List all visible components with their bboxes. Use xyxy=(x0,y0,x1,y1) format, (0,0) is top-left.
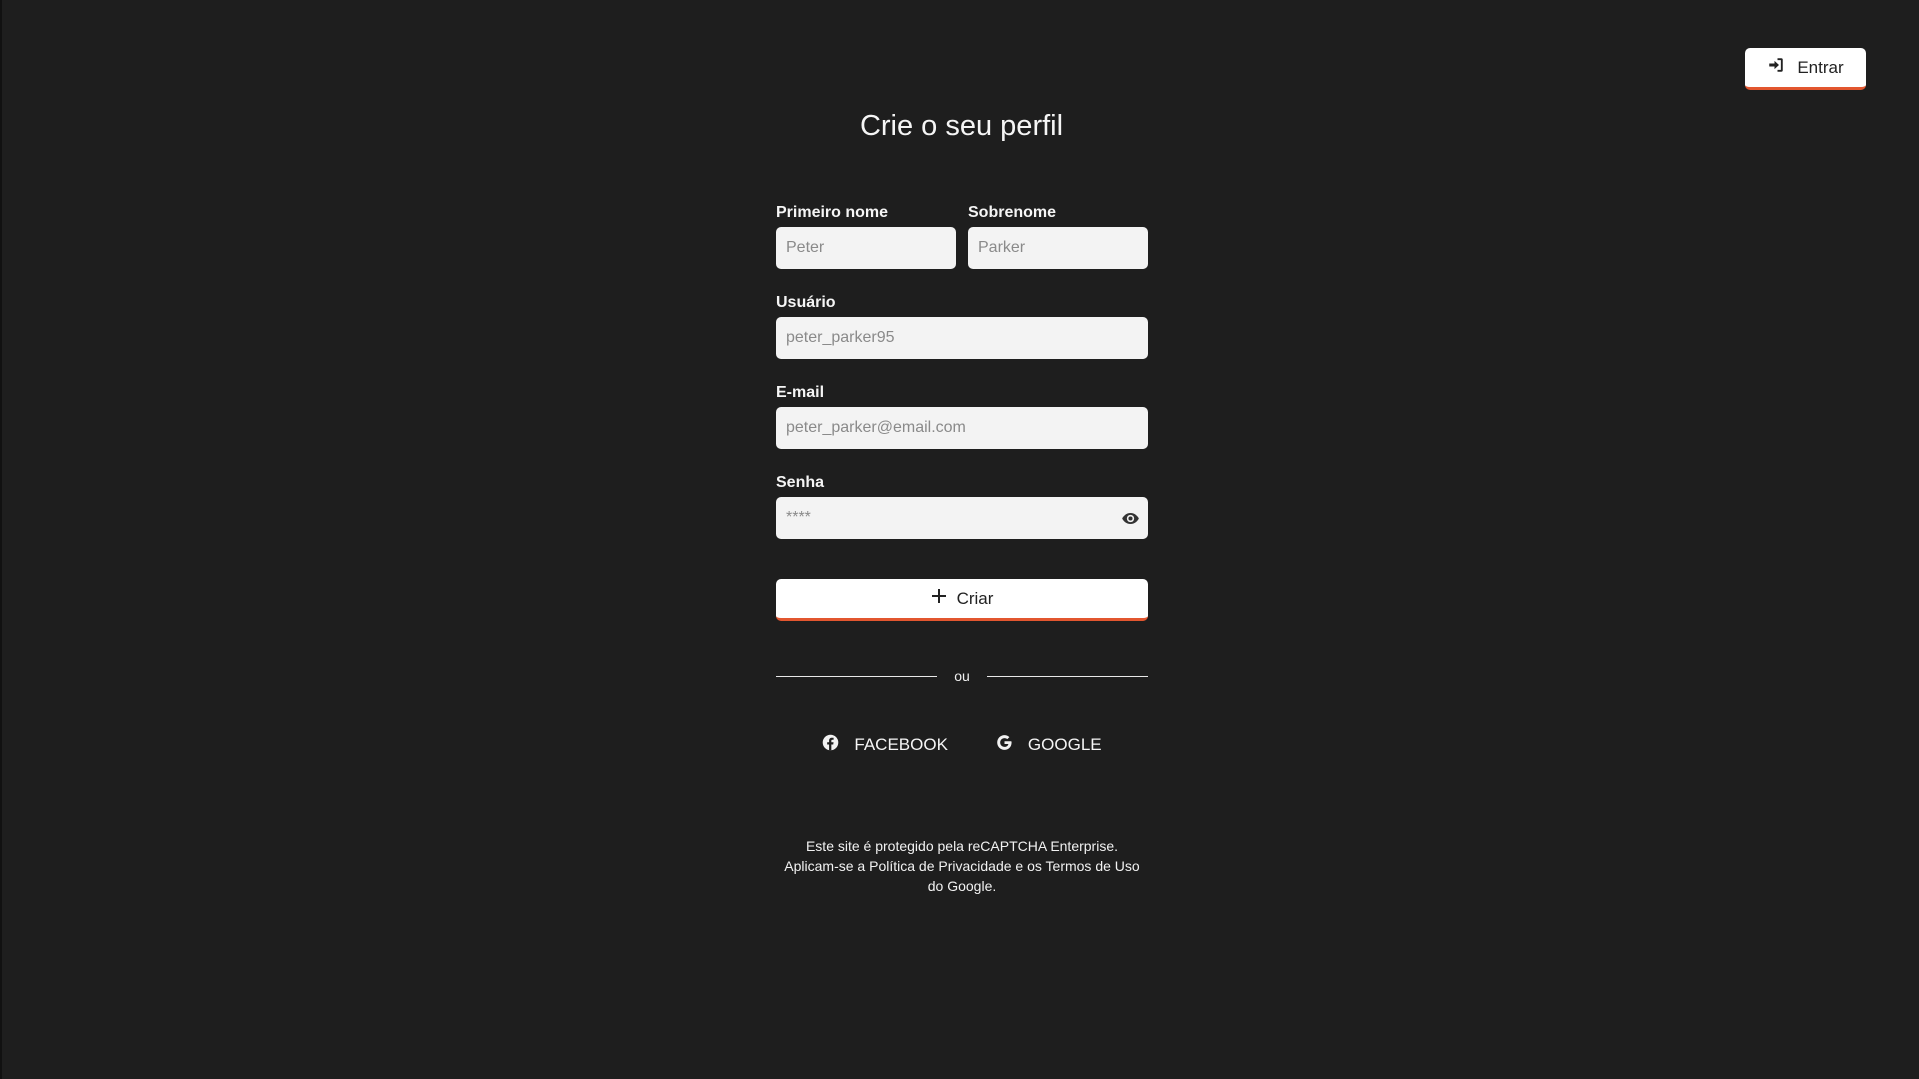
password-input[interactable] xyxy=(776,497,1148,539)
social-login: FACEBOOK GOOGLE xyxy=(776,734,1148,756)
email-input[interactable] xyxy=(776,407,1148,449)
facebook-label: FACEBOOK xyxy=(854,735,948,754)
password-group: Senha xyxy=(776,473,1148,539)
login-button[interactable]: Entrar xyxy=(1745,48,1866,90)
divider-line-left xyxy=(776,675,937,677)
google-label: GOOGLE xyxy=(1027,735,1102,754)
username-input[interactable] xyxy=(776,317,1148,359)
last-name-input[interactable] xyxy=(968,227,1148,269)
login-button-label: Entrar xyxy=(1797,57,1844,77)
google-icon xyxy=(996,734,1013,756)
password-wrap xyxy=(776,497,1148,539)
plus-icon xyxy=(931,588,947,609)
email-label: E-mail xyxy=(776,384,825,401)
privacy-policy-link[interactable]: Política de Privacidade xyxy=(869,858,1011,874)
first-name-group: Primeiro nome xyxy=(776,203,956,269)
name-row: Primeiro nome Sobrenome xyxy=(776,203,1148,269)
last-name-group: Sobrenome xyxy=(968,203,1148,269)
terms-of-use-link[interactable]: Termos de Uso xyxy=(1046,858,1140,874)
page-title: Crie o seu perfil xyxy=(859,110,1064,142)
signup-page: Entrar Crie o seu perfil Primeiro nome S… xyxy=(0,0,1919,1079)
or-divider: ou xyxy=(776,668,1148,684)
email-group: E-mail xyxy=(776,383,1148,449)
divider-text: ou xyxy=(954,668,970,684)
facebook-button[interactable]: FACEBOOK xyxy=(822,734,948,756)
recaptcha-line1: Este site é protegido pela reCAPTCHA Ent… xyxy=(805,838,1119,854)
password-label: Senha xyxy=(776,474,825,491)
facebook-icon xyxy=(822,734,839,756)
signup-form: Primeiro nome Sobrenome Usuário E-mail S… xyxy=(776,203,1148,896)
first-name-label: Primeiro nome xyxy=(776,204,889,221)
username-label: Usuário xyxy=(776,294,836,311)
create-button-label: Criar xyxy=(956,588,994,608)
recaptcha-middle: e os xyxy=(1011,858,1046,874)
divider-line-right xyxy=(987,675,1148,677)
google-button[interactable]: GOOGLE xyxy=(996,734,1102,756)
recaptcha-suffix: do Google. xyxy=(927,878,997,894)
last-name-label: Sobrenome xyxy=(968,204,1057,221)
username-group: Usuário xyxy=(776,293,1148,359)
recaptcha-notice: Este site é protegido pela reCAPTCHA Ent… xyxy=(776,836,1148,896)
show-password-icon[interactable] xyxy=(1120,508,1140,528)
recaptcha-prefix: Aplicam-se a xyxy=(784,858,870,874)
create-button[interactable]: Criar xyxy=(776,579,1148,621)
first-name-input[interactable] xyxy=(776,227,956,269)
sign-in-icon xyxy=(1767,56,1785,79)
